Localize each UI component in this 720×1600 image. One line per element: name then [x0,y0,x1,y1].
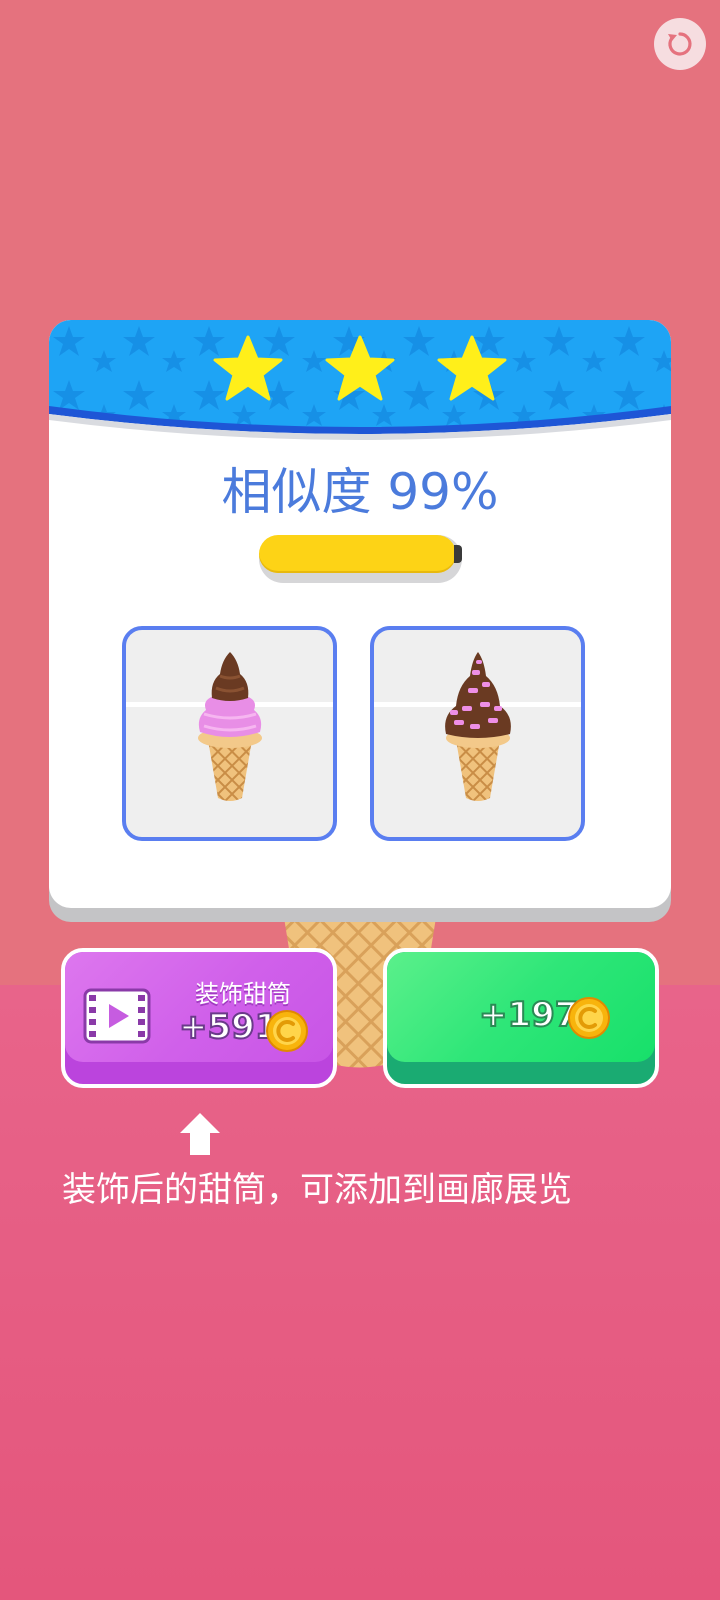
player-icecream-thumb [370,626,585,841]
star-rating [49,334,671,404]
video-ad-icon [83,988,151,1044]
similarity-score: 相似度 99% [0,452,720,524]
target-icecream-thumb [122,626,337,841]
icecream-cone-icon [198,652,262,801]
coin-icon [568,997,610,1039]
similarity-label: 相似度 [221,463,372,521]
hint-text: 装饰后的甜筒，可添加到画廊展览 [62,1170,572,1210]
decorate-reward-amount: +591 [178,1006,279,1048]
decorate-button-title: 装饰甜筒 [195,980,291,1008]
similarity-value: 99% [387,463,499,521]
restart-icon [668,32,692,56]
star-icon [437,335,507,401]
progress-end-cap [454,545,462,563]
coin-icon [266,1010,308,1052]
star-icon [325,335,395,401]
collect-coins-button[interactable]: +197 [383,948,659,1088]
decorate-cone-button[interactable]: 装饰甜筒 +591 [61,948,337,1088]
collect-reward-amount: +197 [478,994,579,1036]
icecream-cone-sprinkles-icon [445,652,511,801]
progress-fill [259,535,456,573]
star-icon [213,335,283,401]
restart-button[interactable] [654,18,706,70]
similarity-progress-bar [259,535,462,583]
up-arrow-icon [180,1113,220,1155]
